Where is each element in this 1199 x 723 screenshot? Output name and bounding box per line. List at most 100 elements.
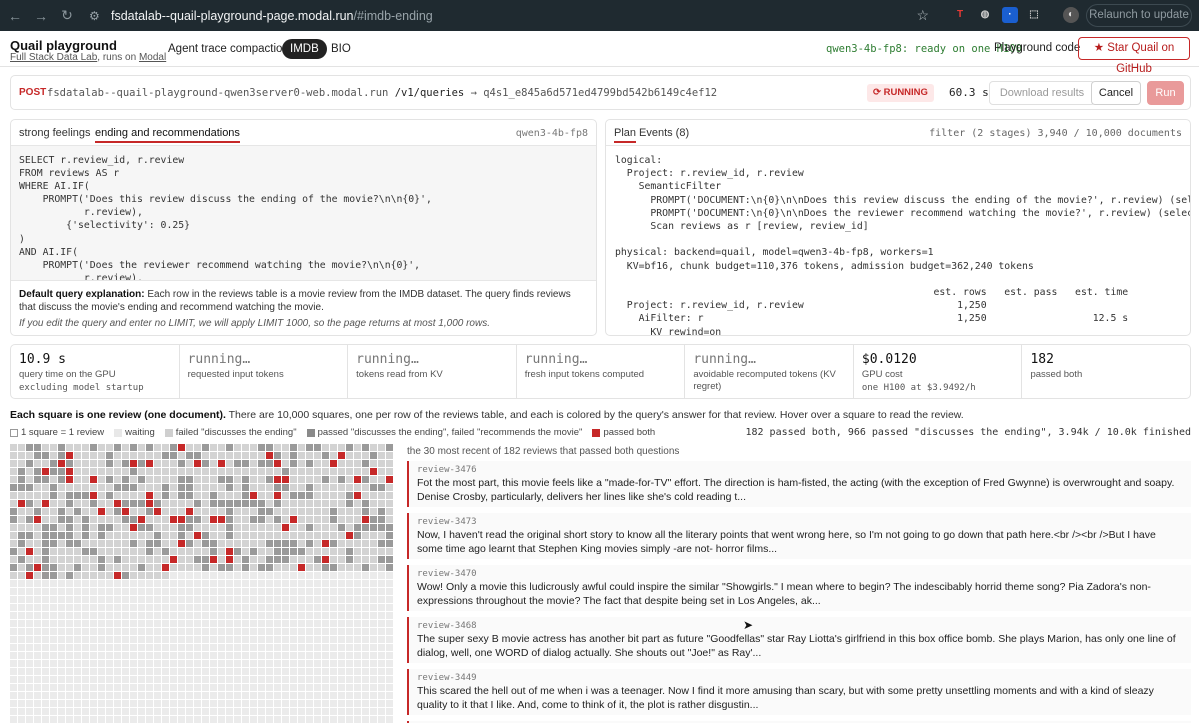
- review-square[interactable]: [322, 620, 329, 627]
- review-square[interactable]: [218, 716, 225, 723]
- review-square[interactable]: [130, 556, 137, 563]
- review-square[interactable]: [114, 660, 121, 667]
- review-square[interactable]: [202, 532, 209, 539]
- review-square[interactable]: [282, 604, 289, 611]
- review-square[interactable]: [226, 540, 233, 547]
- review-square[interactable]: [258, 548, 265, 555]
- review-square[interactable]: [178, 652, 185, 659]
- full-stack-link[interactable]: Full Stack Data Lab: [10, 52, 97, 63]
- review-square[interactable]: [314, 588, 321, 595]
- review-square[interactable]: [386, 468, 393, 475]
- review-square[interactable]: [290, 492, 297, 499]
- review-square[interactable]: [26, 588, 33, 595]
- cancel-button[interactable]: Cancel: [1091, 81, 1141, 105]
- review-square[interactable]: [146, 468, 153, 475]
- review-square[interactable]: [346, 500, 353, 507]
- review-square[interactable]: [250, 516, 257, 523]
- review-square[interactable]: [290, 692, 297, 699]
- review-square[interactable]: [138, 652, 145, 659]
- review-square[interactable]: [194, 708, 201, 715]
- review-square[interactable]: [258, 612, 265, 619]
- review-square[interactable]: [314, 644, 321, 651]
- review-square[interactable]: [250, 460, 257, 467]
- review-square[interactable]: [90, 588, 97, 595]
- review-square[interactable]: [114, 644, 121, 651]
- review-square[interactable]: [274, 684, 281, 691]
- review-square[interactable]: [74, 484, 81, 491]
- review-square[interactable]: [186, 556, 193, 563]
- review-square[interactable]: [202, 684, 209, 691]
- review-square[interactable]: [82, 524, 89, 531]
- review-square[interactable]: [202, 556, 209, 563]
- review-square[interactable]: [274, 668, 281, 675]
- review-square[interactable]: [210, 476, 217, 483]
- review-square[interactable]: [18, 444, 25, 451]
- review-square[interactable]: [250, 492, 257, 499]
- review-square[interactable]: [386, 444, 393, 451]
- review-square[interactable]: [322, 684, 329, 691]
- review-square[interactable]: [82, 572, 89, 579]
- review-square[interactable]: [250, 644, 257, 651]
- review-square[interactable]: [58, 604, 65, 611]
- review-square[interactable]: [234, 580, 241, 587]
- review-square[interactable]: [378, 564, 385, 571]
- review-square[interactable]: [322, 476, 329, 483]
- review-square[interactable]: [82, 540, 89, 547]
- review-square[interactable]: [298, 580, 305, 587]
- tab-events[interactable]: Events (8): [639, 127, 689, 141]
- review-square[interactable]: [170, 572, 177, 579]
- review-square[interactable]: [298, 540, 305, 547]
- review-square[interactable]: [74, 636, 81, 643]
- review-square[interactable]: [338, 532, 345, 539]
- review-square[interactable]: [26, 692, 33, 699]
- review-square[interactable]: [50, 572, 57, 579]
- review-square[interactable]: [50, 652, 57, 659]
- review-square[interactable]: [178, 500, 185, 507]
- review-square[interactable]: [266, 676, 273, 683]
- review-square[interactable]: [178, 516, 185, 523]
- review-square[interactable]: [282, 564, 289, 571]
- review-square[interactable]: [306, 644, 313, 651]
- review-square[interactable]: [66, 716, 73, 723]
- review-square[interactable]: [290, 604, 297, 611]
- review-square[interactable]: [370, 620, 377, 627]
- review-square[interactable]: [162, 484, 169, 491]
- review-square[interactable]: [378, 668, 385, 675]
- review-square[interactable]: [50, 524, 57, 531]
- review-square[interactable]: [386, 596, 393, 603]
- review-square[interactable]: [306, 564, 313, 571]
- review-square[interactable]: [202, 516, 209, 523]
- review-square[interactable]: [274, 556, 281, 563]
- review-square[interactable]: [354, 460, 361, 467]
- review-square[interactable]: [186, 532, 193, 539]
- review-square[interactable]: [370, 596, 377, 603]
- review-square[interactable]: [186, 572, 193, 579]
- review-square[interactable]: [234, 588, 241, 595]
- review-square[interactable]: [106, 500, 113, 507]
- review-square[interactable]: [130, 676, 137, 683]
- review-square[interactable]: [82, 548, 89, 555]
- review-square[interactable]: [314, 700, 321, 707]
- review-square[interactable]: [322, 556, 329, 563]
- review-square[interactable]: [370, 460, 377, 467]
- review-square[interactable]: [354, 604, 361, 611]
- review-square[interactable]: [346, 444, 353, 451]
- review-square[interactable]: [50, 500, 57, 507]
- review-square[interactable]: [322, 492, 329, 499]
- review-square[interactable]: [330, 716, 337, 723]
- review-square[interactable]: [290, 476, 297, 483]
- review-square[interactable]: [178, 548, 185, 555]
- review-square[interactable]: [122, 572, 129, 579]
- review-square[interactable]: [202, 636, 209, 643]
- review-square[interactable]: [290, 452, 297, 459]
- review-square[interactable]: [194, 468, 201, 475]
- review-square[interactable]: [370, 604, 377, 611]
- review-square[interactable]: [322, 612, 329, 619]
- review-square[interactable]: [42, 516, 49, 523]
- review-square[interactable]: [202, 548, 209, 555]
- review-square[interactable]: [74, 604, 81, 611]
- review-square[interactable]: [138, 604, 145, 611]
- review-square[interactable]: [338, 564, 345, 571]
- review-square[interactable]: [362, 476, 369, 483]
- review-square[interactable]: [154, 492, 161, 499]
